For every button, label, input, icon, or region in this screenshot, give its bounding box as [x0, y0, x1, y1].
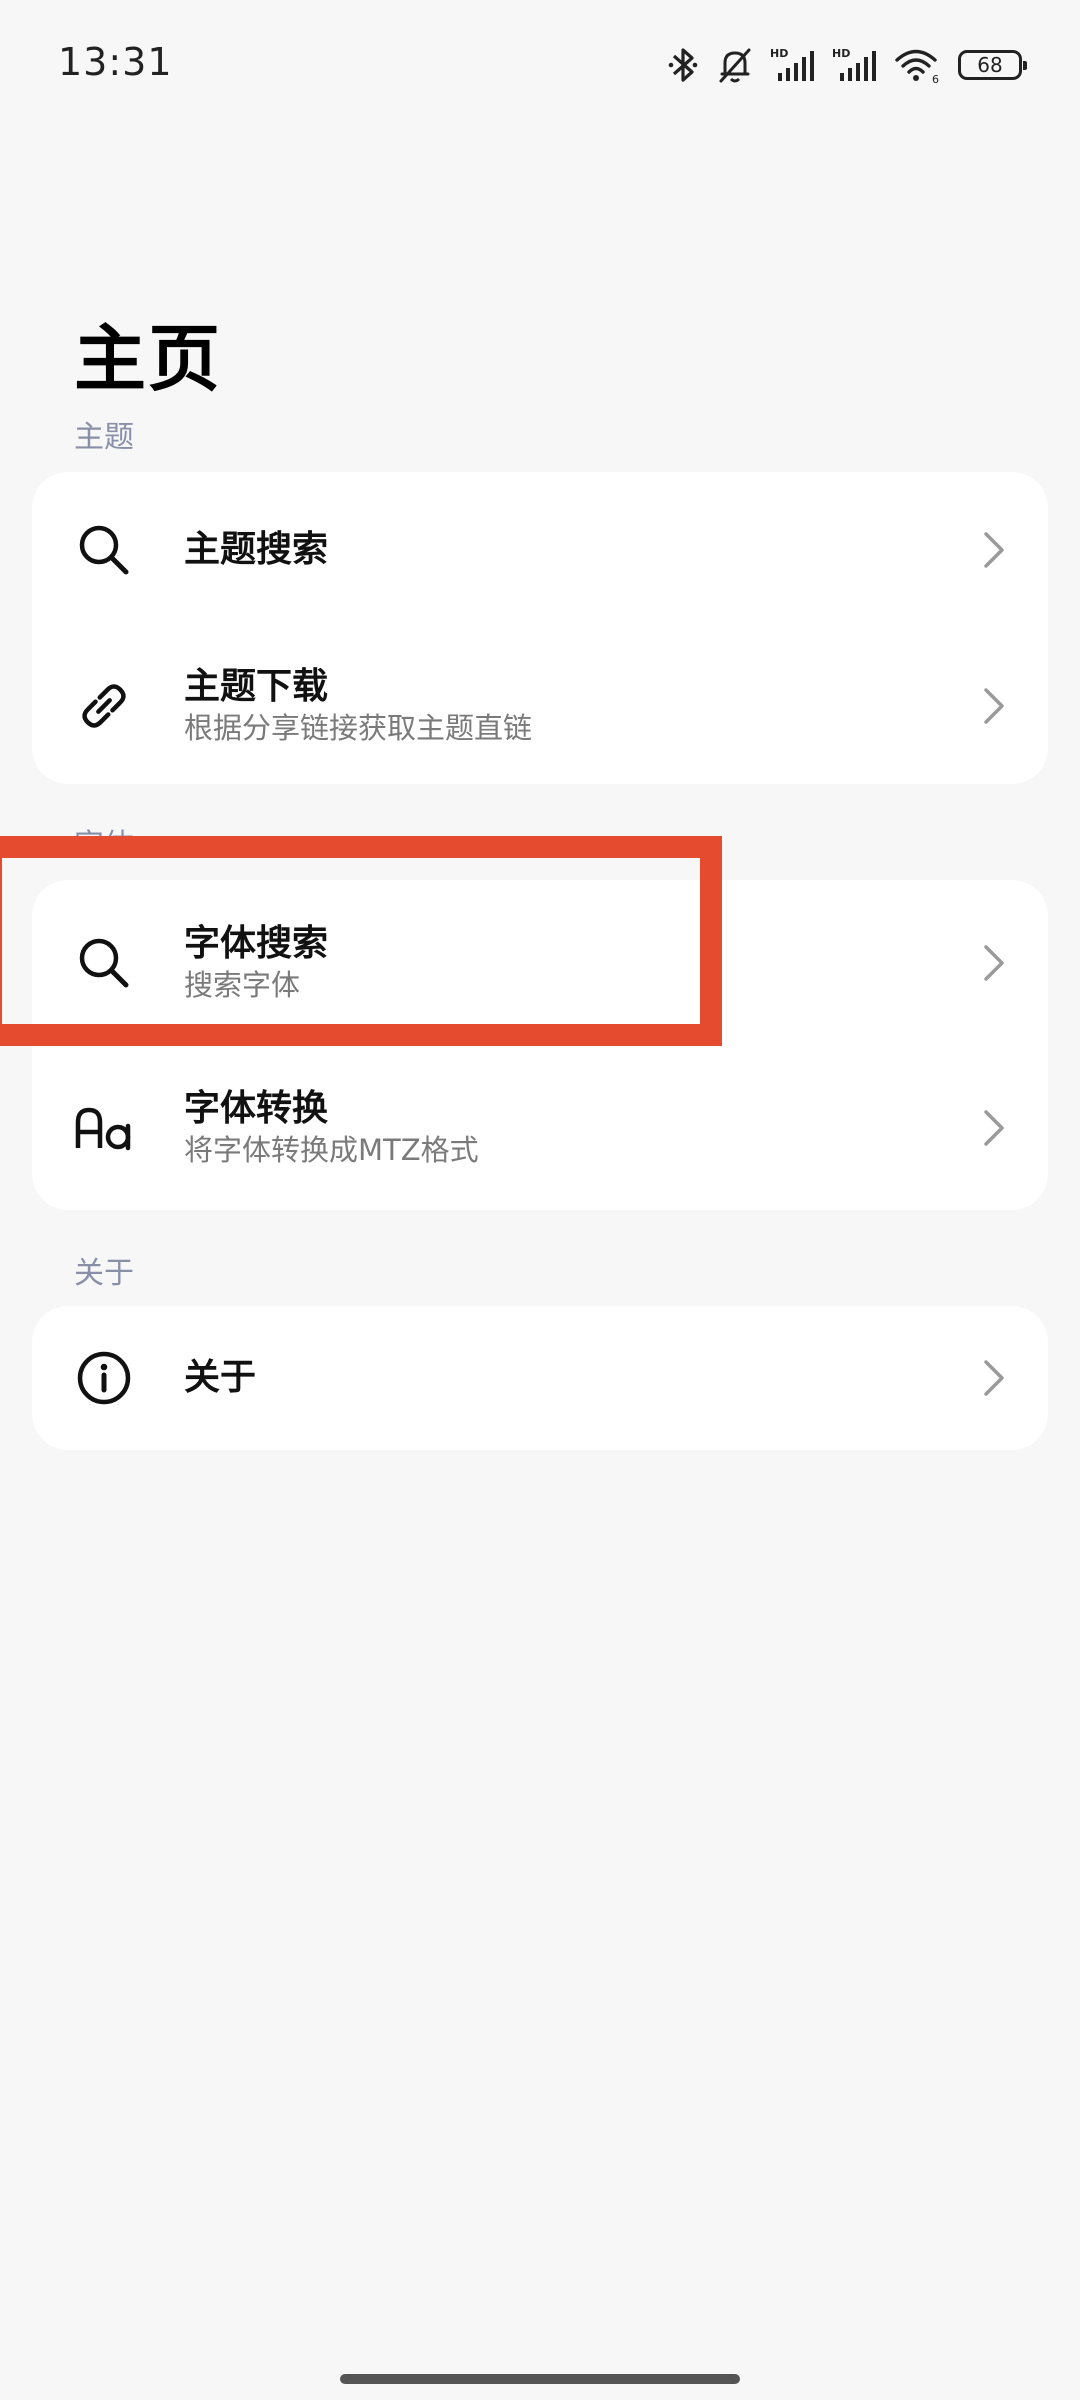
status-time: 13:31 [58, 40, 173, 84]
theme-search-title: 主题搜索 [184, 529, 329, 570]
home-indicator[interactable] [340, 2374, 740, 2384]
hd-signal-icon: HD [832, 45, 878, 85]
chevron-right-icon [984, 1360, 1004, 1396]
section-label-theme: 主题 [74, 420, 134, 455]
link-icon [74, 676, 134, 736]
font-aa-icon [74, 1098, 134, 1158]
status-bar: 13:31 HD HD 6 68 [0, 0, 1080, 130]
theme-download-title: 主题下载 [184, 666, 329, 707]
theme-search-item[interactable]: 主题搜索 [32, 472, 1048, 628]
font-convert-subtitle: 将字体转换成MTZ格式 [184, 1132, 479, 1167]
highlight-annotation [0, 836, 722, 1046]
about-title: 关于 [184, 1357, 257, 1398]
status-icons: HD HD 6 68 [666, 40, 1027, 90]
svg-text:HD: HD [770, 47, 788, 60]
section-label-about: 关于 [74, 1256, 134, 1291]
hd-signal-icon: HD [770, 45, 816, 85]
about-card: 关于 [32, 1306, 1048, 1450]
chevron-right-icon [984, 532, 1004, 568]
about-text: 关于 [184, 1356, 256, 1400]
font-convert-title: 字体转换 [184, 1087, 329, 1129]
info-icon [74, 1348, 134, 1408]
bluetooth-icon [666, 45, 700, 85]
font-convert-text: 字体转换 将字体转换成MTZ格式 [184, 1087, 479, 1169]
chevron-right-icon [984, 1109, 1004, 1146]
theme-download-item[interactable]: 主题下载 根据分享链接获取主题直链 [32, 628, 1048, 784]
svg-text:6: 6 [932, 73, 939, 85]
theme-download-subtitle: 根据分享链接获取主题直链 [184, 711, 533, 745]
theme-card: 主题搜索 主题下载 根据分享链接获取主题直链 [32, 472, 1048, 784]
chevron-right-icon [984, 688, 1004, 724]
about-item[interactable]: 关于 [32, 1306, 1048, 1450]
mute-bell-icon [716, 45, 754, 85]
wifi-icon: 6 [894, 45, 942, 85]
theme-search-text: 主题搜索 [184, 528, 328, 572]
page-title: 主页 [74, 317, 223, 401]
font-convert-item[interactable]: 字体转换 将字体转换成MTZ格式 [32, 1045, 1048, 1210]
search-icon [74, 520, 134, 580]
svg-text:HD: HD [832, 47, 850, 60]
chevron-right-icon [984, 944, 1004, 981]
battery-icon: 68 [958, 50, 1027, 80]
theme-download-text: 主题下载 根据分享链接获取主题直链 [184, 665, 532, 747]
